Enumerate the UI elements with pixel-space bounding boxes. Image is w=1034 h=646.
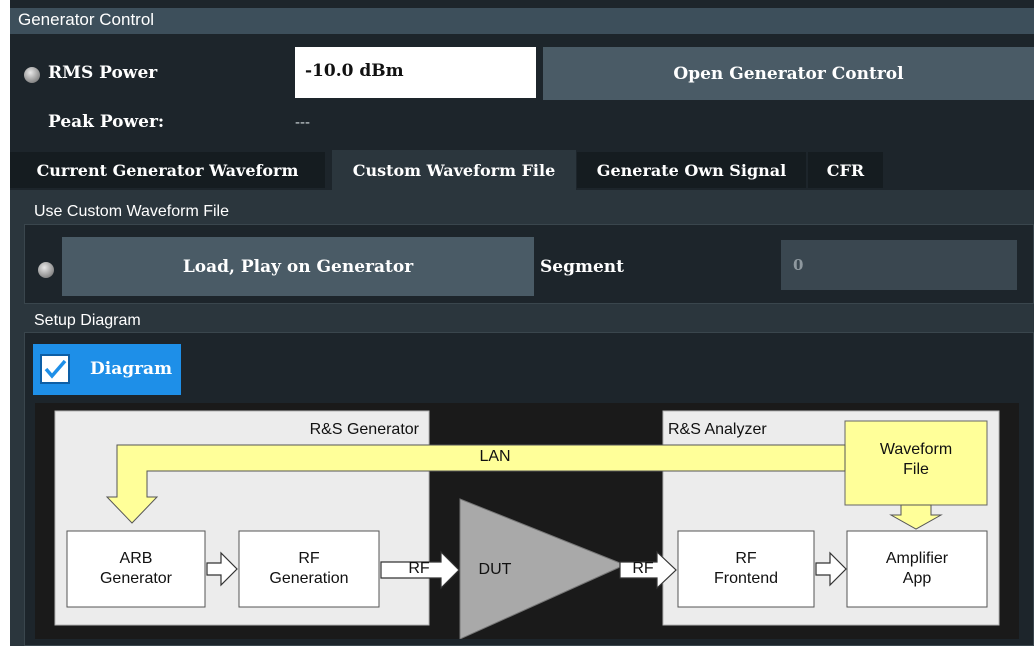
peak-power-value: --- bbox=[295, 114, 310, 131]
arb-label-2: Generator bbox=[99, 570, 173, 587]
diagram-toggle[interactable]: Diagram bbox=[33, 344, 181, 395]
load-play-radio[interactable] bbox=[38, 262, 54, 278]
segment-field: 0 bbox=[781, 240, 1017, 290]
rf-gen-label-1: RF bbox=[298, 550, 320, 567]
generator-control-title: Generator Control bbox=[18, 10, 155, 29]
tab-label: Current Generator Waveform bbox=[36, 160, 299, 180]
tab-custom-waveform-file[interactable]: Custom Waveform File bbox=[332, 150, 576, 190]
tab-current-generator-waveform[interactable]: Current Generator Waveform bbox=[10, 152, 325, 188]
lan-label: LAN bbox=[479, 448, 511, 465]
waveform-file-label-1: Waveform bbox=[879, 441, 953, 458]
generator-dialog: Generator Control RMS Power -10.0 dBm Op… bbox=[10, 0, 1034, 646]
checkmark-icon bbox=[44, 359, 67, 379]
custom-waveform-section-title: Use Custom Waveform File bbox=[34, 203, 229, 220]
generator-control-header: Generator Control bbox=[10, 8, 1034, 34]
tab-label: Generate Own Signal bbox=[596, 160, 787, 180]
open-generator-control-label: Open Generator Control bbox=[673, 63, 904, 84]
tab-label: CFR bbox=[826, 160, 865, 180]
custom-waveform-section-header: Use Custom Waveform File bbox=[24, 200, 1034, 224]
setup-diagram-canvas: R&S Generator R&S Analyzer LAN Waveform … bbox=[35, 403, 1019, 639]
rms-power-radio[interactable] bbox=[24, 67, 40, 83]
open-generator-control-button[interactable]: Open Generator Control bbox=[543, 47, 1034, 100]
rf-frontend-label-1: RF bbox=[735, 550, 757, 567]
waveform-file-label-2: File bbox=[903, 461, 929, 478]
amplifier-app-label-2: App bbox=[902, 570, 932, 587]
peak-power-label: Peak Power: bbox=[48, 112, 165, 132]
amplifier-app-label-1: Amplifier bbox=[885, 550, 949, 567]
rms-power-input[interactable]: -10.0 dBm bbox=[295, 47, 536, 98]
load-play-label: Load, Play on Generator bbox=[182, 256, 414, 277]
setup-diagram-section-title: Setup Diagram bbox=[34, 312, 141, 329]
dut-label: DUT bbox=[478, 561, 512, 578]
tab-cfr[interactable]: CFR bbox=[808, 152, 883, 188]
segment-value: 0 bbox=[793, 256, 804, 274]
rf-gen-label-2: Generation bbox=[269, 570, 349, 587]
rf-out-label: RF bbox=[408, 560, 430, 577]
rf-in-label: RF bbox=[632, 560, 654, 577]
tab-generate-own-signal[interactable]: Generate Own Signal bbox=[577, 152, 806, 188]
rms-power-value: -10.0 dBm bbox=[305, 61, 404, 81]
diagram-toggle-label: Diagram bbox=[90, 359, 173, 379]
segment-label: Segment bbox=[540, 257, 624, 277]
rms-power-label: RMS Power bbox=[48, 63, 158, 83]
diagram-checkbox[interactable] bbox=[40, 354, 70, 384]
setup-diagram-section-header: Setup Diagram bbox=[24, 310, 1034, 332]
generator-title: R&S Generator bbox=[309, 421, 419, 438]
analyzer-title: R&S Analyzer bbox=[668, 421, 767, 438]
load-play-on-generator-button[interactable]: Load, Play on Generator bbox=[62, 237, 534, 296]
tab-label: Custom Waveform File bbox=[352, 160, 556, 180]
rf-frontend-label-2: Frontend bbox=[713, 570, 779, 587]
setup-diagram-graphic bbox=[54, 410, 1000, 639]
arb-label-1: ARB bbox=[119, 550, 153, 567]
